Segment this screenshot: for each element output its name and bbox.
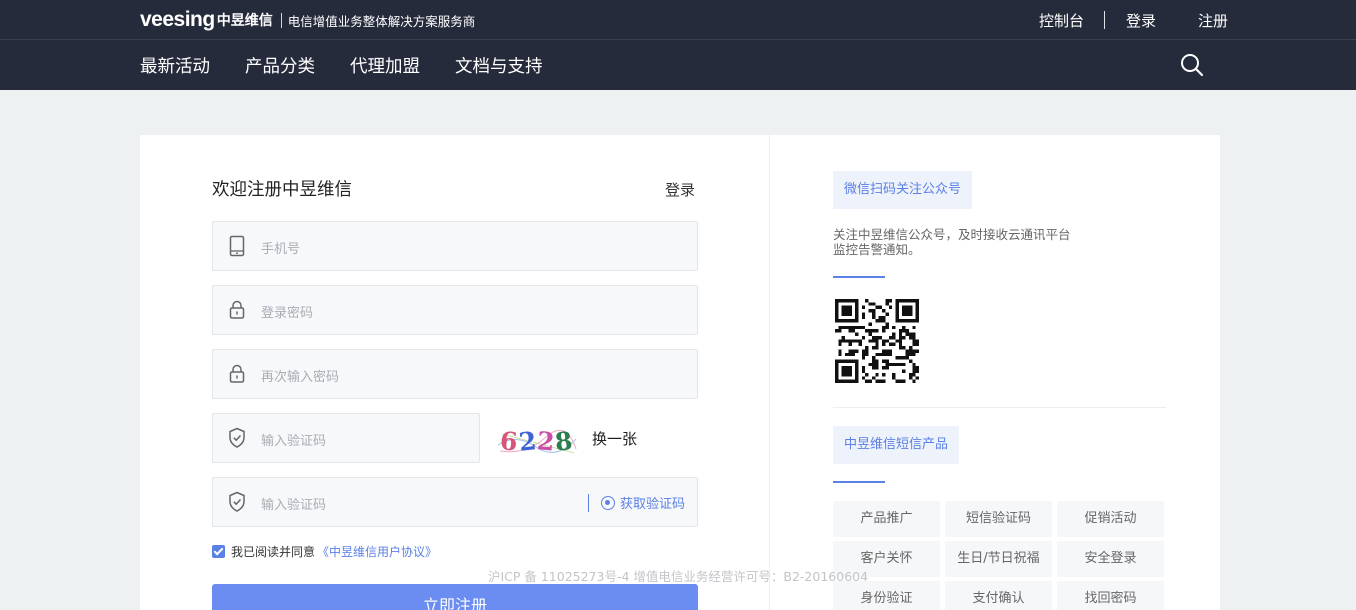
product-chip[interactable]: 身份验证 [833, 581, 940, 610]
phone-field[interactable]: 手机号 [212, 221, 698, 271]
register-button[interactable]: 立即注册 [212, 584, 698, 610]
header-register-link[interactable]: 注册 [1198, 10, 1228, 31]
product-chip[interactable]: 生日/节日祝福 [945, 541, 1052, 577]
product-chip[interactable]: 产品推广 [833, 501, 940, 537]
password-field[interactable]: 登录密码 [212, 285, 698, 335]
agreement: 我已阅读并同意 《中昱维信用户协议》 [212, 543, 437, 560]
password-confirm-field[interactable]: 再次输入密码 [212, 349, 698, 399]
nav-item-product-categories[interactable]: 产品分类 [245, 53, 315, 78]
shield-icon [229, 491, 245, 512]
get-code-divider [587, 493, 589, 512]
console-link[interactable]: 控制台 [1039, 10, 1084, 31]
header-login-link[interactable]: 登录 [1126, 10, 1156, 31]
qr-code [835, 299, 919, 383]
user-agreement-link[interactable]: 《中昱维信用户协议》 [317, 543, 437, 560]
search-icon[interactable] [1179, 52, 1205, 78]
sms-code-field[interactable]: 输入验证码 获取验证码 [212, 477, 698, 527]
accent-line [833, 481, 885, 483]
logo[interactable]: veesing 中昱维信 电信增值业务整体解决方案服务商 [140, 8, 475, 32]
form-title: 欢迎注册中昱维信 [212, 180, 352, 200]
product-chip[interactable]: 找回密码 [1057, 581, 1164, 610]
top-links: 控制台 登录 注册 [1039, 0, 1228, 40]
captcha-field[interactable]: 输入验证码 [212, 413, 480, 463]
password-placeholder: 登录密码 [261, 306, 314, 321]
lock-icon [229, 364, 245, 383]
product-chip[interactable]: 支付确认 [945, 581, 1052, 610]
shield-icon [229, 427, 245, 448]
phone-icon [229, 235, 245, 257]
top-bar: veesing 中昱维信 电信增值业务整体解决方案服务商 控制台 登录 注册 [0, 0, 1356, 40]
product-chip[interactable]: 安全登录 [1057, 541, 1164, 577]
captcha-refresh-link[interactable]: 换一张 [592, 428, 637, 449]
captcha-placeholder: 输入验证码 [261, 434, 327, 449]
section-divider [833, 407, 1166, 408]
card-divider [769, 135, 770, 610]
captcha-char: 8 [553, 426, 576, 457]
main-nav: 最新活动 产品分类 代理加盟 文档与支持 [0, 40, 1356, 90]
get-code-button[interactable]: 获取验证码 [587, 493, 685, 512]
lock-icon [229, 300, 245, 319]
product-chip[interactable]: 短信验证码 [945, 501, 1052, 537]
get-code-label: 获取验证码 [619, 497, 685, 512]
product-chip[interactable]: 促销活动 [1057, 501, 1164, 537]
wechat-tag: 微信扫码关注公众号 [833, 171, 973, 209]
agreement-text: 我已阅读并同意 [231, 545, 316, 559]
captcha-image[interactable]: 6228 [496, 425, 578, 459]
sms-code-placeholder: 输入验证码 [261, 498, 327, 513]
nav-item-agent-partnership[interactable]: 代理加盟 [350, 53, 420, 78]
logo-chinese-name: 中昱维信 [216, 13, 273, 29]
sms-products-tag: 中昱维信短信产品 [833, 426, 960, 464]
password-confirm-placeholder: 再次输入密码 [261, 370, 340, 385]
product-chip[interactable]: 客户关怀 [833, 541, 940, 577]
agreement-checkbox[interactable] [212, 545, 225, 558]
product-chips: 产品推广 短信验证码 促销活动 客户关怀 生日/节日祝福 安全登录 身份验证 支… [833, 501, 1167, 610]
slogan: 电信增值业务整体解决方案服务商 [287, 13, 476, 29]
nav-item-docs-support[interactable]: 文档与支持 [455, 53, 543, 78]
logo-wordmark: veesing [140, 8, 215, 31]
register-card: 欢迎注册中昱维信 登录 手机号 登录密码 再次输入密码 输入验证码 6228 换… [140, 135, 1220, 610]
accent-line [833, 276, 885, 278]
captcha-text: 6228 [496, 425, 578, 459]
form-login-link[interactable]: 登录 [665, 179, 695, 200]
logo-divider [280, 12, 282, 28]
phone-placeholder: 手机号 [261, 242, 301, 257]
nav-item-latest-activities[interactable]: 最新活动 [140, 53, 210, 78]
wechat-description: 关注中昱维信公众号，及时接收云通讯平台监控告警通知。 [833, 227, 1071, 257]
top-links-divider [1103, 11, 1105, 29]
target-icon [600, 495, 615, 510]
nav-items: 最新活动 产品分类 代理加盟 文档与支持 [140, 40, 578, 90]
